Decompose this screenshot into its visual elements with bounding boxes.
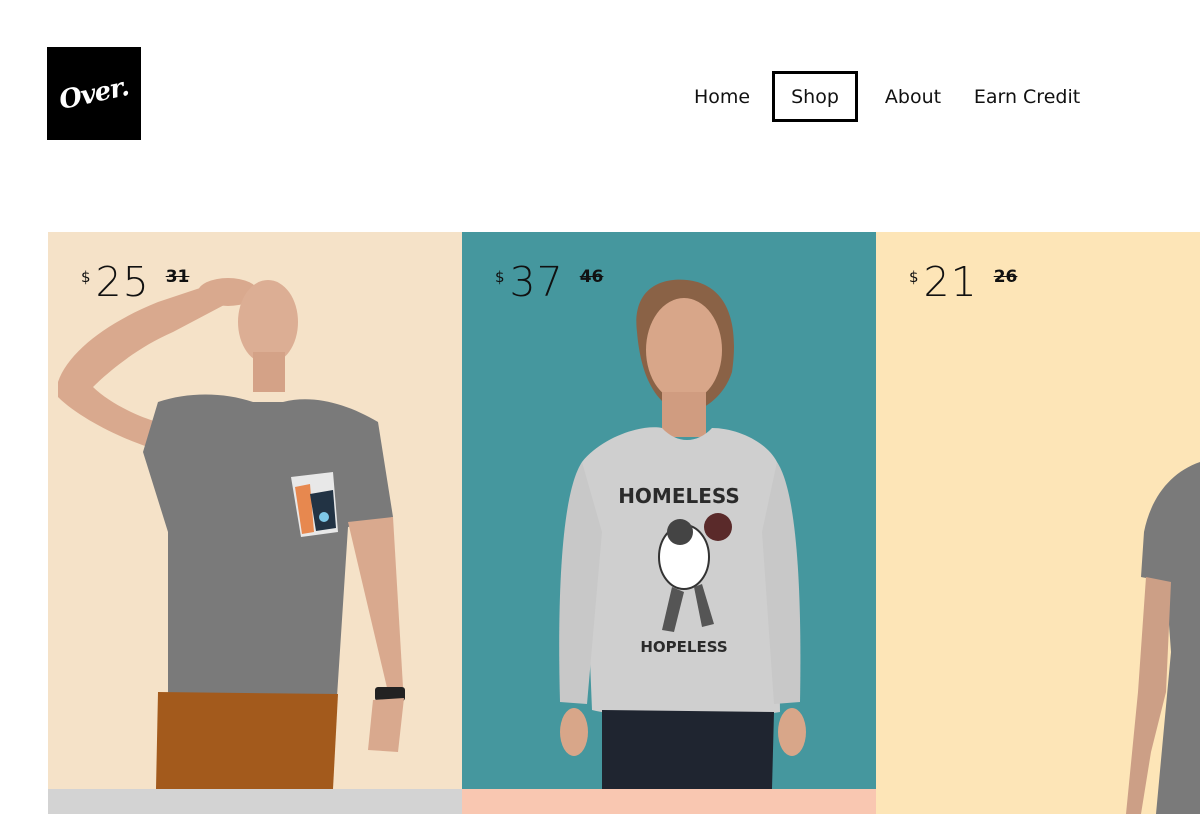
current-price: 21 bbox=[923, 258, 978, 306]
shop-page: Over. Home Shop About Earn Credit $ 25 3… bbox=[0, 0, 1200, 814]
current-price: 25 bbox=[95, 258, 150, 306]
original-price: 46 bbox=[579, 267, 604, 287]
nav-about[interactable]: About bbox=[864, 71, 962, 122]
product-card[interactable]: $ 21 26 bbox=[876, 232, 1200, 814]
price-tag: $ 21 26 bbox=[909, 258, 1017, 306]
price-tag: $ 25 31 bbox=[81, 258, 189, 306]
product-card[interactable]: $ 37 46 HOMELESS HOPELESS bbox=[462, 232, 876, 789]
next-product-card-peek[interactable] bbox=[462, 789, 876, 814]
brand-logo[interactable]: Over. bbox=[47, 47, 141, 140]
main-nav: Home Shop About Earn Credit bbox=[678, 71, 1092, 122]
nav-earn-credit[interactable]: Earn Credit bbox=[962, 71, 1092, 122]
currency-symbol: $ bbox=[909, 268, 919, 286]
logo-wordmark: Over. bbox=[56, 71, 132, 116]
current-price: 37 bbox=[509, 258, 564, 306]
nav-shop[interactable]: Shop bbox=[772, 71, 858, 122]
original-price: 26 bbox=[993, 267, 1018, 287]
svg-text:HOMELESS: HOMELESS bbox=[618, 484, 740, 508]
price-tag: $ 37 46 bbox=[495, 258, 603, 306]
currency-symbol: $ bbox=[81, 268, 91, 286]
currency-symbol: $ bbox=[495, 268, 505, 286]
product-photo-partial-model bbox=[1126, 462, 1200, 814]
next-product-card-peek[interactable] bbox=[48, 789, 462, 814]
product-photo-man-tshirt bbox=[58, 278, 405, 789]
nav-home[interactable]: Home bbox=[678, 71, 766, 122]
svg-text:HOPELESS: HOPELESS bbox=[640, 638, 727, 656]
product-card[interactable]: $ 25 31 bbox=[48, 232, 462, 789]
product-photo-woman-sweatshirt: HOMELESS HOPELESS bbox=[559, 279, 806, 789]
original-price: 31 bbox=[165, 267, 190, 287]
